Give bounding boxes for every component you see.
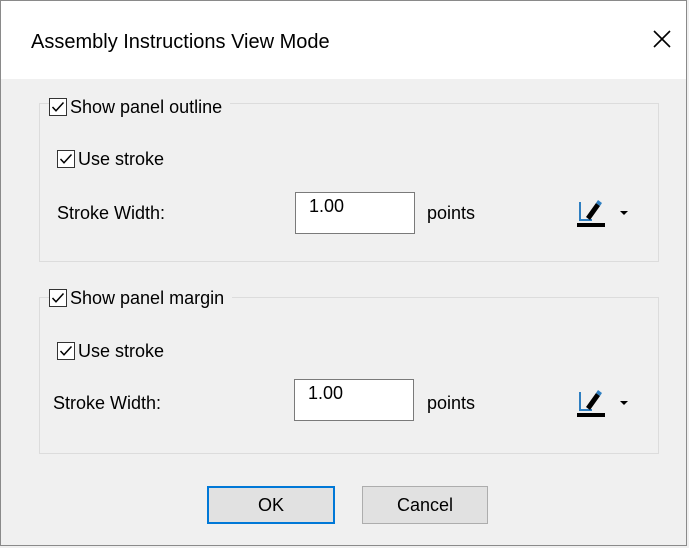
dropdown-arrow-icon (620, 401, 628, 405)
margin-use-stroke-label: Use stroke (78, 340, 165, 361)
cancel-button[interactable]: Cancel (362, 486, 488, 524)
show-panel-margin-checkbox[interactable]: Show panel margin (49, 286, 233, 310)
show-panel-margin-check-box[interactable] (49, 289, 67, 307)
margin-stroke-color-picker[interactable] (576, 386, 638, 420)
margin-stroke-width-label: Stroke Width: (53, 393, 162, 413)
checkmark-icon (51, 101, 65, 112)
margin-units-label: points (427, 393, 476, 413)
checkmark-icon (51, 292, 65, 303)
close-button[interactable] (638, 15, 686, 63)
outline-stroke-color-picker[interactable] (576, 196, 638, 230)
dropdown-arrow-icon (620, 211, 628, 215)
show-panel-outline-check-box[interactable] (49, 98, 67, 116)
panel-margin-group (39, 297, 659, 454)
outline-use-stroke-label: Use stroke (78, 148, 165, 169)
ok-button[interactable]: OK (207, 486, 335, 524)
outline-use-stroke-checkbox[interactable]: Use stroke (57, 147, 164, 171)
show-panel-outline-label: Show panel outline (70, 96, 223, 117)
outline-use-stroke-check-box[interactable] (57, 150, 75, 168)
checkmark-icon (59, 345, 73, 356)
close-icon (653, 30, 671, 48)
panel-outline-group (39, 103, 659, 262)
assembly-instructions-dialog: Assembly Instructions View Mode Show pan… (0, 0, 687, 546)
outline-stroke-width-label: Stroke Width: (57, 203, 166, 223)
pen-color-icon (577, 200, 605, 227)
dialog-title: Assembly Instructions View Mode (31, 31, 330, 53)
margin-stroke-width-input[interactable] (294, 379, 414, 421)
outline-stroke-width-input[interactable] (295, 192, 415, 234)
title-bar: Assembly Instructions View Mode (1, 1, 686, 79)
show-panel-margin-label: Show panel margin (70, 287, 225, 308)
show-panel-outline-checkbox[interactable]: Show panel outline (49, 95, 231, 119)
margin-use-stroke-checkbox[interactable]: Use stroke (57, 339, 164, 363)
outline-units-label: points (427, 203, 476, 223)
margin-use-stroke-check-box[interactable] (57, 342, 75, 360)
pen-color-icon (577, 390, 605, 417)
checkmark-icon (59, 153, 73, 164)
